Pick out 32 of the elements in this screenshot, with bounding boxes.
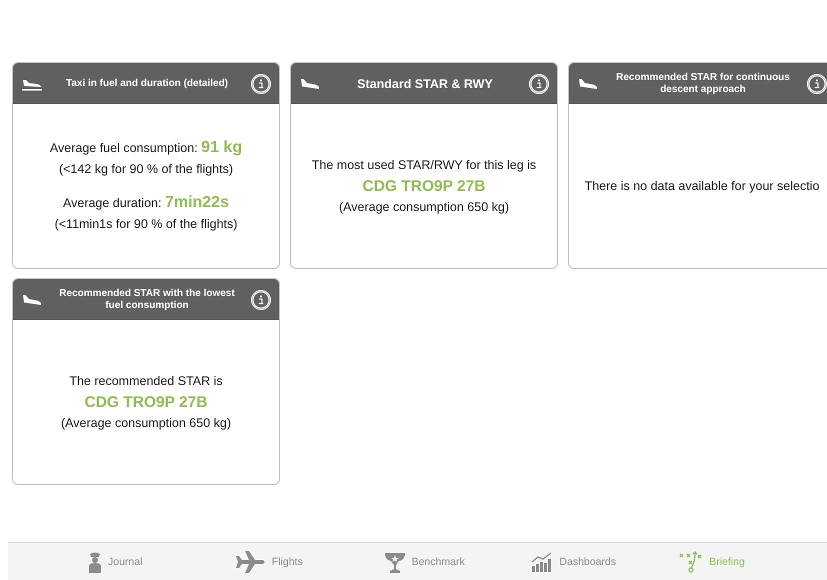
- trophy-icon: [384, 550, 406, 572]
- bar-chart-icon: [531, 552, 554, 572]
- stat-text: Average duration: 7min22s: [63, 193, 229, 213]
- star-runway-code: CDG TRO9P 27B: [84, 392, 208, 412]
- landing-plane-icon: [21, 292, 43, 306]
- play-diagram-icon: [679, 550, 704, 572]
- card-title: Recommended STAR for continuous descent approach: [615, 72, 791, 96]
- plane-icon: [236, 550, 266, 572]
- tab-bar-item[interactable]: Briefing: [679, 550, 827, 572]
- body-text: (<142 kg for 90 % of the flights): [58, 161, 234, 178]
- body-text: (Average consumption 650 kg): [60, 414, 231, 432]
- body-text: The most used STAR/RWY for this leg is: [312, 156, 536, 174]
- landing-plane-icon: [577, 76, 599, 90]
- info-icon[interactable]: [251, 74, 271, 94]
- tab-bar-item[interactable]: Benchmark: [384, 550, 532, 572]
- pilot-icon: [88, 550, 102, 572]
- info-icon[interactable]: [807, 74, 827, 94]
- stat-text: Average fuel consumption: 91 kg: [50, 138, 242, 158]
- card-title: Recommended STAR with the lowest fuel consumption: [58, 288, 236, 312]
- card-title: Taxi in fuel and duration (detailed): [64, 78, 230, 90]
- body-text: (Average consumption 650 kg): [338, 198, 509, 216]
- star-runway-code: CDG TRO9P 27B: [362, 176, 486, 196]
- info-icon[interactable]: [251, 290, 271, 310]
- tab-bar-item[interactable]: Flights: [236, 550, 384, 572]
- tab-bar-item[interactable]: Dashboards: [531, 552, 680, 572]
- landing-plane-icon: [299, 76, 321, 90]
- body-text: (<11min1s for 90 % of the flights): [54, 216, 238, 233]
- body-text: The recommended STAR is: [69, 372, 223, 390]
- info-icon[interactable]: [529, 74, 549, 94]
- tab-bar-item[interactable]: Journal: [88, 550, 236, 572]
- body-text: There is no data available for your selectio: [584, 178, 820, 195]
- card-title: Standard STAR & RWY: [356, 76, 494, 90]
